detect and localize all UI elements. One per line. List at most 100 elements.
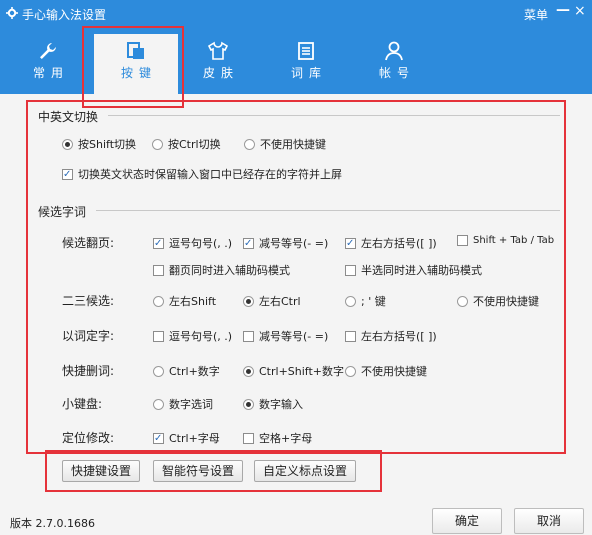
close-button[interactable]: × [574,3,586,19]
divider [108,115,560,116]
checkbox-indicator [345,237,356,249]
option-label: 切换英文状态时保留输入窗口中已经存在的字符并上屏 [78,168,342,181]
radio-ctrl-switch[interactable]: 按Ctrl切换 [152,136,221,152]
section-title-cn-en: 中英文切换 [38,110,99,124]
checkbox-indicator [345,330,356,342]
shortcut-settings-button[interactable]: 快捷键设置 [62,460,140,482]
radio-number-select[interactable]: 数字选词 [153,396,213,412]
radio-shift-switch[interactable]: 按Shift切换 [62,136,136,152]
label-page-turn: 候选翻页: [62,236,115,250]
option-label: 翻页同时进入辅助码模式 [169,264,290,277]
checkbox-indicator [243,237,254,249]
radio-no-shortcut-3[interactable]: 不使用快捷键 [345,363,427,379]
checkbox-brackets[interactable]: 左右方括号([ ]) [345,235,437,251]
window-title-text: 手心输入法设置 [22,8,107,22]
radio-no-shortcut-2[interactable]: 不使用快捷键 [457,293,539,309]
cancel-button[interactable]: 取消 [514,508,584,534]
label-quick-delete: 快捷删词: [62,364,115,378]
checkbox-space-letter[interactable]: 空格+字母 [243,430,312,446]
minimize-button[interactable]: — [556,2,570,18]
radio-ctrl-number[interactable]: Ctrl+数字 [153,363,220,379]
option-label: ; ' 键 [361,295,386,308]
option-label: 数字选词 [169,398,213,411]
option-label: 左右方括号([ ]) [361,330,437,343]
radio-indicator [345,295,356,307]
keyboard-icon [125,40,147,62]
smart-symbol-settings-button[interactable]: 智能符号设置 [153,460,243,482]
radio-indicator [345,365,356,377]
checkbox-word-brackets[interactable]: 左右方括号([ ]) [345,328,437,344]
radio-semicolon-quote[interactable]: ; ' 键 [345,293,386,309]
checkbox-indicator [153,264,164,276]
section-title-candidates: 候选字词 [38,205,87,219]
gear-icon [6,7,18,22]
tab-common[interactable]: 常用 [6,34,90,94]
checkbox-word-comma-period[interactable]: 逗号句号(, .) [153,328,232,344]
wrench-icon [37,40,59,62]
tab-label: 词库 [290,66,327,80]
option-label: 减号等号(- =) [259,330,329,343]
checkbox-half-select-aux-mode[interactable]: 半选同时进入辅助码模式 [345,262,482,278]
checkbox-page-aux-mode[interactable]: 翻页同时进入辅助码模式 [153,262,290,278]
tab-account[interactable]: 帐号 [352,34,436,94]
option-label: 半选同时进入辅助码模式 [361,264,482,277]
label-locate-edit: 定位修改: [62,431,115,445]
option-label: 左右方括号([ ]) [361,237,437,250]
option-label: 减号等号(- =) [259,237,329,250]
checkbox-minus-equal[interactable]: 减号等号(- =) [243,235,328,251]
option-label: 按Shift切换 [78,138,137,151]
radio-no-shortcut[interactable]: 不使用快捷键 [244,136,326,152]
book-icon [295,40,317,62]
tab-label: 按键 [120,66,157,80]
radio-indicator [243,365,254,377]
radio-indicator [153,295,164,307]
divider [96,210,560,211]
checkbox-word-minus-equal[interactable]: 减号等号(- =) [243,328,328,344]
checkbox-indicator [62,168,73,180]
menu-button[interactable]: 菜单 [524,6,548,23]
radio-indicator [152,138,163,150]
custom-punctuation-settings-button[interactable]: 自定义标点设置 [254,460,356,482]
ok-button[interactable]: 确定 [432,508,502,534]
checkbox-indicator [243,330,254,342]
checkbox-indicator [457,235,468,246]
radio-indicator [457,295,468,307]
radio-indicator [62,138,73,150]
option-label: 不使用快捷键 [361,365,427,378]
checkbox-indicator [243,432,254,444]
option-label: Ctrl+Shift+数字 [259,365,345,378]
radio-indicator [153,398,164,410]
option-label: 空格+字母 [259,432,313,445]
option-label: 不使用快捷键 [260,138,326,151]
user-icon [383,40,405,62]
radio-indicator [244,138,255,150]
option-label: Ctrl+数字 [169,365,220,378]
checkbox-keep-chars[interactable]: 切换英文状态时保留输入窗口中已经存在的字符并上屏 [62,166,342,182]
checkbox-shift-tab[interactable]: Shift + Tab / Tab [457,235,554,246]
option-label: 左右Shift [169,295,217,308]
checkbox-indicator [345,264,356,276]
radio-indicator [153,365,164,377]
checkbox-indicator [153,432,164,444]
checkbox-comma-period[interactable]: 逗号句号(, .) [153,235,232,251]
checkbox-indicator [153,330,164,342]
option-label: 数字输入 [259,398,303,411]
tab-dictionary[interactable]: 词库 [264,34,348,94]
checkbox-indicator [153,237,164,249]
tab-skin[interactable]: 皮肤 [176,34,260,94]
tab-label: 帐号 [378,66,415,80]
tab-label: 皮肤 [202,66,239,80]
radio-left-right-shift[interactable]: 左右Shift [153,293,216,309]
option-label: Ctrl+字母 [169,432,220,445]
label-word-select: 以词定字: [62,329,115,343]
title-bar: 手心输入法设置 菜单 — × [0,0,592,26]
option-label: 逗号句号(, .) [169,237,233,250]
radio-number-input[interactable]: 数字输入 [243,396,303,412]
tab-keys[interactable]: 按键 [94,34,178,94]
checkbox-ctrl-letter[interactable]: Ctrl+字母 [153,430,220,446]
radio-left-right-ctrl[interactable]: 左右Ctrl [243,293,301,309]
option-label: 逗号句号(, .) [169,330,233,343]
radio-ctrl-shift-number[interactable]: Ctrl+Shift+数字 [243,363,344,379]
option-label: Shift + Tab / Tab [473,235,555,246]
tab-label: 常用 [32,66,69,80]
